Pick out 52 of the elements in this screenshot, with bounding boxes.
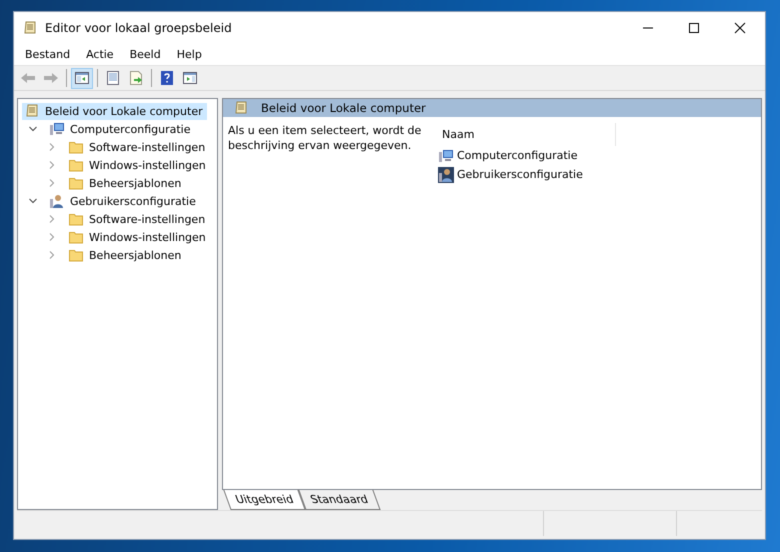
back-arrow-icon bbox=[20, 70, 36, 86]
menu-item[interactable]: Actie bbox=[78, 46, 122, 62]
tree-item[interactable]: Beheersjablonen bbox=[66, 174, 186, 192]
user-icon bbox=[49, 193, 65, 209]
tree-item[interactable]: Windows-instellingen bbox=[66, 156, 210, 174]
column-header[interactable]: Naam bbox=[438, 123, 616, 146]
close-icon[interactable] bbox=[733, 20, 747, 34]
forward-arrow-icon bbox=[43, 70, 59, 86]
folder-icon bbox=[68, 139, 84, 155]
folder-icon bbox=[68, 211, 84, 227]
folder-icon bbox=[68, 175, 84, 191]
user-icon bbox=[438, 166, 454, 182]
tree-item[interactable]: Software-instellingen bbox=[66, 138, 210, 156]
window-title: Editor voor lokaal groepsbeleid bbox=[45, 20, 232, 34]
tree-item[interactable]: Software-instellingen bbox=[66, 210, 210, 228]
chevron-right-icon[interactable] bbox=[47, 160, 57, 170]
toolbar-button[interactable] bbox=[71, 68, 93, 88]
panel-icon bbox=[182, 70, 198, 86]
computer-icon bbox=[438, 148, 454, 164]
chevron-down-icon[interactable] bbox=[28, 124, 38, 134]
tree-item[interactable]: Beleid voor Lokale computer bbox=[22, 102, 207, 120]
chevron-right-icon[interactable] bbox=[47, 142, 57, 152]
scroll-icon bbox=[24, 103, 40, 119]
folder-icon bbox=[68, 229, 84, 245]
tab[interactable]: Standaard bbox=[298, 490, 381, 510]
list-icon bbox=[105, 70, 121, 86]
folder-icon bbox=[68, 247, 84, 263]
folder-icon bbox=[68, 157, 84, 173]
menu-item[interactable]: Help bbox=[168, 46, 210, 62]
tree-item[interactable]: Beheersjablonen bbox=[66, 246, 186, 264]
export-icon bbox=[128, 70, 144, 86]
maximize-icon[interactable] bbox=[687, 20, 701, 34]
scroll-icon bbox=[22, 20, 38, 36]
tree-item[interactable]: Gebruikersconfiguratie bbox=[47, 192, 200, 210]
list-item[interactable]: Computerconfiguratie bbox=[438, 146, 616, 165]
computer-icon bbox=[49, 121, 65, 137]
tree-item[interactable]: Computerconfiguratie bbox=[47, 120, 194, 138]
chevron-down-icon[interactable] bbox=[28, 196, 38, 206]
menu-item[interactable]: Bestand bbox=[17, 46, 78, 62]
chevron-right-icon[interactable] bbox=[47, 250, 57, 260]
menu-item[interactable]: Beeld bbox=[122, 46, 169, 62]
chevron-right-icon[interactable] bbox=[47, 214, 57, 224]
section-header: Beleid voor Lokale computer bbox=[223, 99, 436, 117]
tree-item[interactable]: Windows-instellingen bbox=[66, 228, 210, 246]
chevron-right-icon[interactable] bbox=[47, 178, 57, 188]
help-icon bbox=[159, 70, 175, 86]
scroll-icon bbox=[233, 100, 249, 116]
chevron-right-icon[interactable] bbox=[47, 232, 57, 242]
tab[interactable]: Uitgebreid bbox=[223, 490, 306, 510]
list-item[interactable]: Gebruikersconfiguratie bbox=[438, 165, 616, 184]
panel-icon bbox=[74, 70, 90, 86]
description-text: Als u een item selecteert, wordt de beschrijving ervan weergegeven. bbox=[228, 123, 422, 154]
